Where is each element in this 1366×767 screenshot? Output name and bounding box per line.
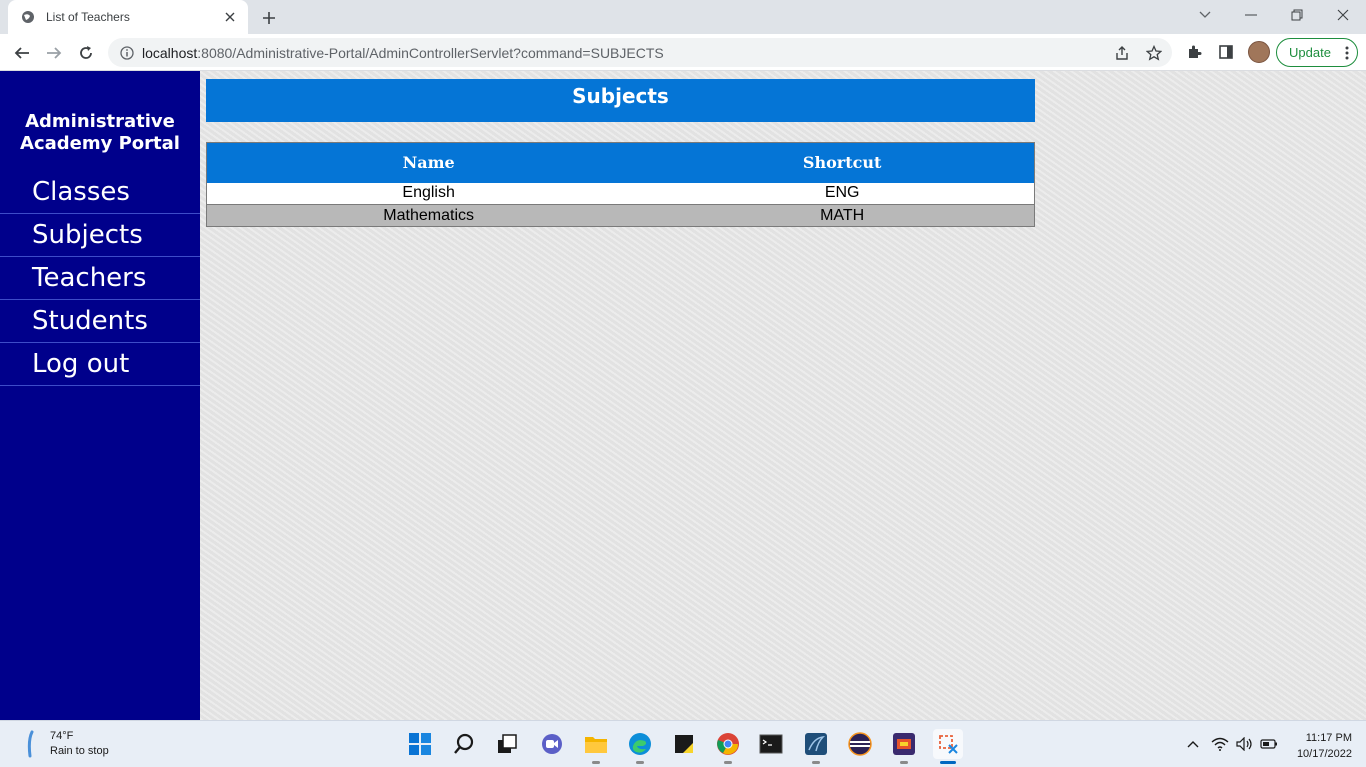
address-bar[interactable]: localhost:8080/Administrative-Portal/Adm… — [108, 38, 1172, 67]
chat-icon[interactable] — [537, 729, 567, 759]
url-text: localhost:8080/Administrative-Portal/Adm… — [142, 44, 664, 61]
terminal-icon[interactable] — [756, 729, 786, 759]
back-arrow-icon[interactable] — [10, 41, 34, 65]
edge-icon[interactable] — [625, 729, 655, 764]
reload-icon[interactable] — [74, 41, 98, 65]
extensions-icon[interactable] — [1184, 42, 1204, 62]
profile-avatar[interactable] — [1248, 41, 1270, 63]
browser-tab[interactable]: List of Teachers — [8, 0, 248, 34]
close-window-icon[interactable] — [1320, 0, 1366, 30]
close-tab-icon[interactable] — [222, 9, 238, 25]
table-row: English ENG — [206, 182, 1035, 205]
bookmark-star-icon[interactable] — [1144, 43, 1164, 63]
tab-title: List of Teachers — [46, 10, 130, 24]
tab-search-icon[interactable] — [1182, 0, 1228, 30]
tab-strip: List of Teachers — [0, 0, 1366, 34]
cell-name: English — [206, 182, 651, 205]
new-tab-button[interactable] — [258, 7, 280, 29]
brand-line-1: Administrative — [25, 111, 175, 132]
weather-temp: 74°F — [50, 730, 74, 742]
eclipse-icon[interactable] — [845, 729, 875, 759]
minimize-icon[interactable] — [1228, 0, 1274, 30]
cell-shortcut: MATH — [650, 204, 1035, 227]
system-clock[interactable]: 11:17 PM 10/17/2022 — [1297, 730, 1352, 762]
column-header-shortcut: Shortcut — [650, 142, 1035, 183]
ide-icon[interactable] — [889, 729, 919, 764]
site-info-icon[interactable] — [120, 45, 134, 60]
column-header-name: Name — [206, 142, 651, 183]
battery-icon[interactable] — [1260, 735, 1278, 753]
sidebar-item-logout[interactable]: Log out — [0, 343, 200, 386]
cell-shortcut: ENG — [650, 182, 1035, 205]
page-title: Subjects — [206, 79, 1035, 122]
search-icon[interactable] — [449, 729, 479, 759]
sidebar: Administrative Academy Portal Classes Su… — [0, 71, 200, 720]
sidebar-item-students[interactable]: Students — [0, 300, 200, 343]
volume-icon[interactable] — [1236, 735, 1254, 753]
globe-icon — [20, 9, 36, 25]
clock-date: 10/17/2022 — [1296, 748, 1352, 760]
cell-name: Mathematics — [206, 204, 651, 227]
table-header-row: Name Shortcut — [206, 142, 1035, 183]
chevron-up-icon[interactable] — [1184, 735, 1202, 753]
browser-toolbar: localhost:8080/Administrative-Portal/Adm… — [0, 34, 1366, 71]
subjects-table: Name Shortcut English ENG Mathematics MA… — [206, 142, 1035, 227]
table-row: Mathematics MATH — [206, 204, 1035, 227]
file-explorer-icon[interactable] — [581, 729, 611, 764]
update-button[interactable]: Update — [1276, 38, 1358, 67]
sticky-notes-icon[interactable] — [669, 729, 699, 759]
restore-icon[interactable] — [1274, 0, 1320, 30]
forward-arrow-icon[interactable] — [42, 41, 66, 65]
taskbar: 74°F Rain to stop 11:17 PM 10/17/2022 — [0, 720, 1366, 767]
menu-dots-icon[interactable] — [1345, 45, 1349, 64]
chrome-icon[interactable] — [713, 729, 743, 764]
snipping-tool-icon[interactable] — [933, 729, 963, 764]
weather-desc: Rain to stop — [50, 745, 109, 757]
rain-umbrella-icon — [27, 730, 34, 758]
clock-time: 11:17 PM — [1305, 732, 1352, 744]
sidebar-item-subjects[interactable]: Subjects — [0, 214, 200, 257]
side-panel-icon[interactable] — [1216, 42, 1236, 62]
task-view-icon[interactable] — [492, 729, 522, 759]
page-content: Administrative Academy Portal Classes Su… — [0, 71, 1366, 720]
sidebar-menu: Classes Subjects Teachers Students Log o… — [0, 171, 200, 386]
weather-widget[interactable]: 74°F Rain to stop — [22, 729, 109, 759]
sidebar-item-teachers[interactable]: Teachers — [0, 257, 200, 300]
wifi-icon[interactable] — [1211, 735, 1229, 753]
update-label: Update — [1289, 45, 1331, 60]
brand-title: Administrative Academy Portal — [0, 111, 200, 155]
sidebar-item-classes[interactable]: Classes — [0, 171, 200, 214]
mysql-workbench-icon[interactable] — [801, 729, 831, 764]
share-icon[interactable] — [1112, 43, 1132, 63]
brand-line-2: Academy Portal — [20, 133, 180, 154]
start-icon[interactable] — [405, 729, 435, 759]
